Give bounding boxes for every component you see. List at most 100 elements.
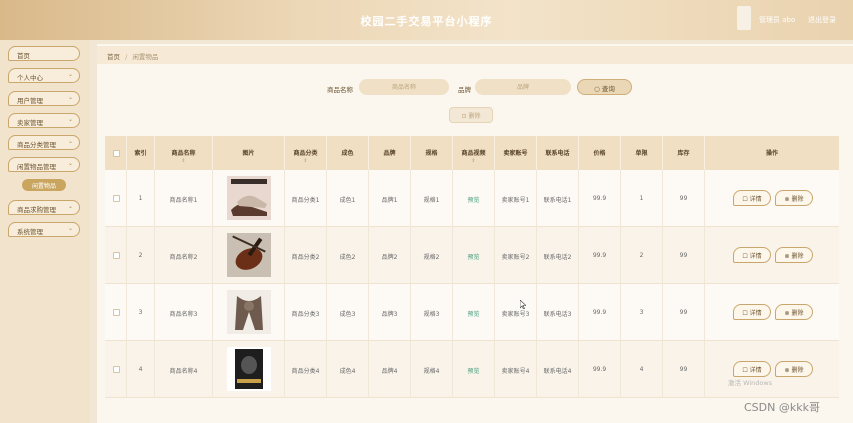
cell-category: 商品分类4 <box>285 341 327 398</box>
avatar[interactable] <box>737 6 751 30</box>
header-brand[interactable]: 品牌 <box>369 136 411 170</box>
header-stock[interactable]: 库存 <box>663 136 705 170</box>
row-checkbox[interactable] <box>113 309 120 316</box>
cell-actions: ☐ 详情 ⊗ 删除 <box>705 170 839 227</box>
detail-button[interactable]: ☐ 详情 <box>733 361 771 377</box>
header-name[interactable]: 商品名称 ⇕ <box>155 136 213 170</box>
cell-name: 商品名称2 <box>155 227 213 284</box>
table-row: 3 商品名称3 商品分类3 成色3 品牌3 规格3 预览 卖家账号3 联系电话3 99.9 3 99 ☐… <box>105 284 839 341</box>
row-checkbox[interactable] <box>113 195 120 202</box>
cell-condition: 成色3 <box>327 284 369 341</box>
product-thumbnail[interactable] <box>227 176 271 220</box>
delete-button[interactable]: ⊗ 删除 <box>775 190 813 206</box>
cell-stock: 99 <box>663 227 705 284</box>
row-select-cell <box>105 227 127 284</box>
user-label: 管理员 abo <box>759 16 796 24</box>
header-price[interactable]: 价格 <box>579 136 621 170</box>
detail-button[interactable]: ☐ 详情 <box>733 190 771 206</box>
header-limit[interactable]: 单限 <box>621 136 663 170</box>
chevron-down-icon: ⌄ <box>67 71 73 78</box>
cell-index: 2 <box>127 227 155 284</box>
header-condition[interactable]: 成色 <box>327 136 369 170</box>
cell-video[interactable]: 预览 <box>453 170 495 227</box>
header-index[interactable]: 索引 <box>127 136 155 170</box>
delete-button[interactable]: ⊗ 删除 <box>775 361 813 377</box>
product-thumbnail[interactable] <box>227 347 271 391</box>
header-seller[interactable]: 卖家账号 <box>495 136 537 170</box>
mouse-cursor-icon <box>520 300 526 309</box>
cell-image <box>213 284 285 341</box>
sidebar-item-system[interactable]: 系统管理 ⌄ <box>8 222 80 237</box>
header-category[interactable]: 商品分类 ⇕ <box>285 136 327 170</box>
sidebar-item-label: 卖家管理 <box>17 119 43 127</box>
query-button-label: 查询 <box>601 85 615 93</box>
header-spec[interactable]: 规格 <box>411 136 453 170</box>
cell-brand: 品牌3 <box>369 284 411 341</box>
cell-condition: 成色4 <box>327 341 369 398</box>
cell-name: 商品名称1 <box>155 170 213 227</box>
bulk-delete-button[interactable]: ⊡ 删除 <box>449 107 493 123</box>
cell-image <box>213 341 285 398</box>
app-title: 校园二手交易平台小程序 <box>360 15 493 28</box>
cell-condition: 成色1 <box>327 170 369 227</box>
cell-limit: 1 <box>621 170 663 227</box>
logout-link[interactable]: 退出登录 <box>808 15 836 25</box>
header-actions: 操作 <box>765 150 778 157</box>
row-select-cell <box>105 284 127 341</box>
cell-image <box>213 170 285 227</box>
cell-price: 99.9 <box>579 341 621 398</box>
brand-search-input[interactable] <box>475 79 571 95</box>
sidebar-item-profile[interactable]: 个人中心 ⌄ <box>8 68 80 83</box>
cell-seller: 卖家账号2 <box>495 227 537 284</box>
chevron-down-icon: ⌄ <box>67 94 73 101</box>
breadcrumb-current: 闲置物品 <box>132 53 159 61</box>
sidebar: 首页 个人中心 ⌄ 用户管理 ⌄ 卖家管理 ⌄ 商品分类管理 ⌄ 闲置物品管理 … <box>0 40 90 423</box>
sidebar-item-wanted[interactable]: 商品求购管理 ⌄ <box>8 200 80 215</box>
sidebar-item-home[interactable]: 首页 <box>8 46 80 61</box>
sidebar-item-idle-goods[interactable]: 闲置物品管理 ⌄ <box>8 157 80 172</box>
select-all-checkbox[interactable] <box>113 150 120 157</box>
cell-price: 99.9 <box>579 284 621 341</box>
detail-button[interactable]: ☐ 详情 <box>733 247 771 263</box>
breadcrumb-home[interactable]: 首页 <box>107 53 120 61</box>
cell-video[interactable]: 预览 <box>453 227 495 284</box>
sidebar-item-label: 个人中心 <box>17 74 43 82</box>
chevron-down-icon: ⌄ <box>67 138 73 145</box>
cell-seller: 卖家账号3 <box>495 284 537 341</box>
cell-price: 99.9 <box>579 170 621 227</box>
row-checkbox[interactable] <box>113 252 120 259</box>
delete-button[interactable]: ⊗ 删除 <box>775 304 813 320</box>
name-search-input[interactable] <box>359 79 449 95</box>
sidebar-item-users[interactable]: 用户管理 ⌄ <box>8 91 80 106</box>
header-phone[interactable]: 联系电话 <box>537 136 579 170</box>
sidebar-item-label: 商品分类管理 <box>17 141 56 149</box>
top-header: 校园二手交易平台小程序 管理员 abo 退出登录 <box>0 0 853 40</box>
sidebar-item-label: 闲置物品管理 <box>17 163 56 171</box>
query-button[interactable]: ○ 查询 <box>577 79 632 95</box>
cell-category: 商品分类2 <box>285 227 327 284</box>
cell-video[interactable]: 预览 <box>453 284 495 341</box>
header-image[interactable]: 图片 <box>213 136 285 170</box>
sidebar-item-categories[interactable]: 商品分类管理 ⌄ <box>8 135 80 150</box>
header-video[interactable]: 商品视频 ⇕ <box>453 136 495 170</box>
delete-button[interactable]: ⊗ 删除 <box>775 247 813 263</box>
sidebar-item-sellers[interactable]: 卖家管理 ⌄ <box>8 113 80 128</box>
chevron-down-icon: ⌄ <box>67 203 73 210</box>
cell-index: 4 <box>127 341 155 398</box>
detail-button[interactable]: ☐ 详情 <box>733 304 771 320</box>
product-thumbnail[interactable] <box>227 290 271 334</box>
cell-phone: 联系电话3 <box>537 284 579 341</box>
cell-brand: 品牌4 <box>369 341 411 398</box>
chevron-down-icon: ⌄ <box>67 116 73 123</box>
cell-name: 商品名称3 <box>155 284 213 341</box>
cell-video[interactable]: 预览 <box>453 341 495 398</box>
row-select-cell <box>105 341 127 398</box>
product-thumbnail[interactable] <box>227 233 271 277</box>
cell-stock: 99 <box>663 284 705 341</box>
sidebar-item-label: 商品求购管理 <box>17 206 56 214</box>
cell-spec: 规格4 <box>411 341 453 398</box>
row-checkbox[interactable] <box>113 366 120 373</box>
sidebar-item-label: 用户管理 <box>17 97 43 105</box>
csdn-watermark: CSDN @kkk哥 <box>744 401 820 414</box>
sidebar-subitem-idle-goods[interactable]: 闲置物品 <box>22 179 66 191</box>
